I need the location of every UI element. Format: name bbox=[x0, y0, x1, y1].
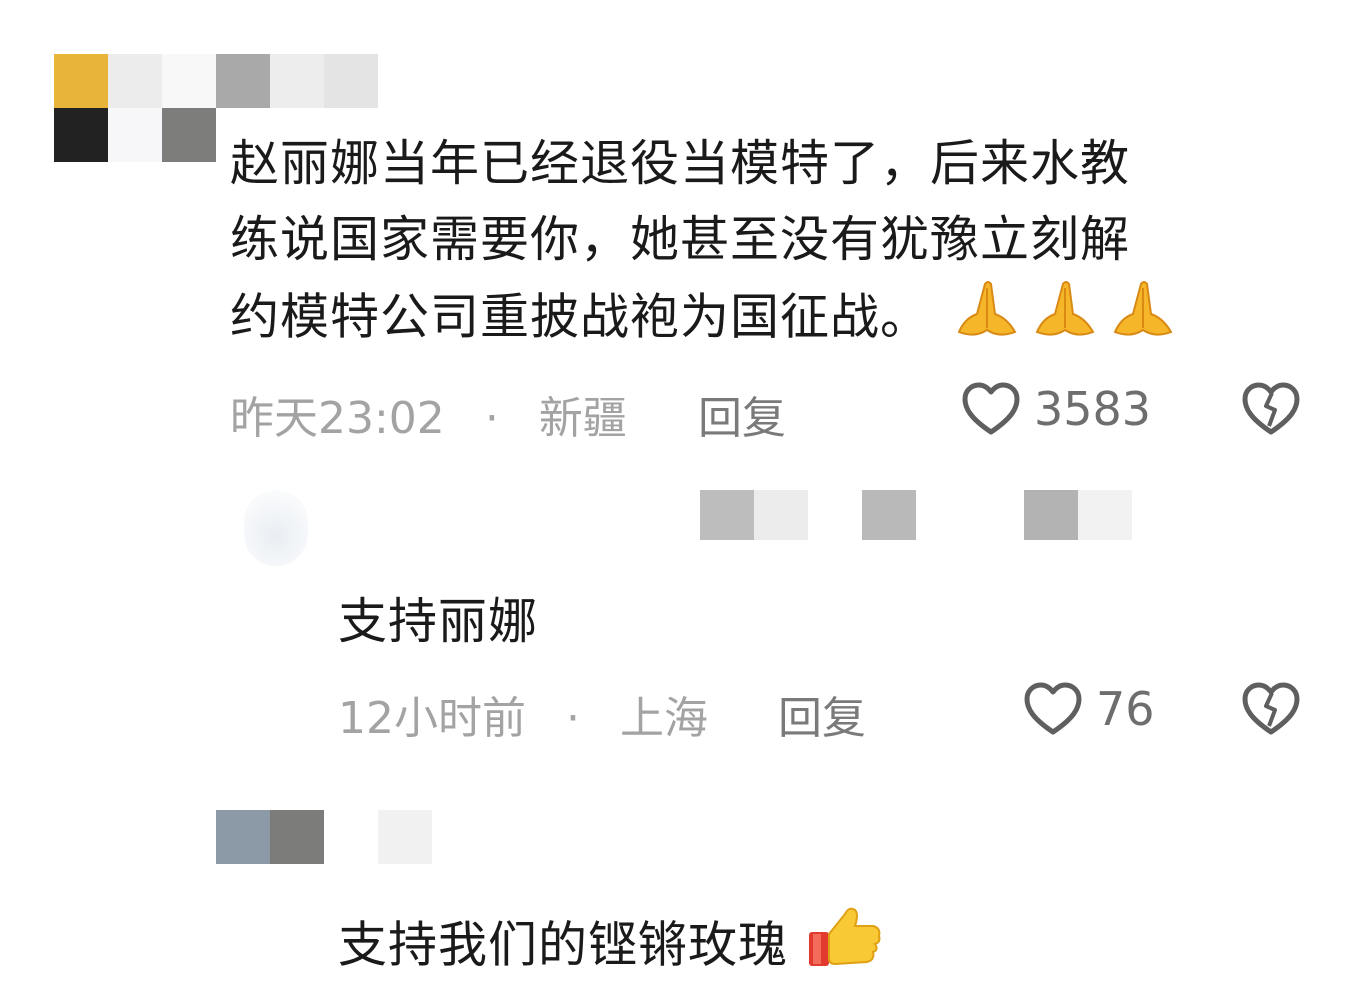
comment-text: 支持我们的铿锵玫瑰 bbox=[338, 904, 883, 992]
comment-time: 昨天23:02 bbox=[230, 393, 445, 444]
comment-location: 上海 bbox=[620, 693, 708, 744]
comment-location: 新疆 bbox=[538, 393, 627, 444]
like-count: 76 bbox=[1096, 682, 1155, 736]
comment-text-content: 支持我们的铿锵玫瑰 bbox=[338, 916, 789, 974]
avatar-pixelated[interactable] bbox=[216, 810, 324, 864]
comment-time: 12小时前 bbox=[338, 693, 526, 744]
reply-button[interactable]: 回复 bbox=[698, 382, 786, 446]
username-pixelated[interactable] bbox=[216, 54, 378, 108]
like-count: 3583 bbox=[1034, 382, 1152, 436]
comment-text: 支持丽娜 bbox=[338, 593, 539, 650]
heart-outline-icon[interactable] bbox=[1024, 682, 1082, 736]
heart-outline-icon[interactable] bbox=[962, 382, 1020, 436]
avatar-pixelated[interactable] bbox=[54, 54, 216, 162]
comment-line-2: 练说国家需要你，她甚至没有犹豫立刻解 bbox=[230, 211, 1131, 268]
folded-hands-emoji bbox=[955, 278, 1183, 362]
comment-line-1: 赵丽娜当年已经退役当模特了，后来水教 bbox=[230, 135, 1131, 192]
comment-meta: 12小时前 · 上海 bbox=[338, 682, 708, 746]
broken-heart-icon[interactable] bbox=[1242, 382, 1300, 436]
username-pixelated[interactable] bbox=[700, 490, 1150, 540]
avatar-blurred[interactable] bbox=[244, 490, 308, 566]
broken-heart-icon[interactable] bbox=[1242, 682, 1300, 736]
meta-separator: · bbox=[484, 393, 499, 444]
reply-button[interactable]: 回复 bbox=[778, 682, 866, 746]
comment-meta: 昨天23:02 · 新疆 bbox=[230, 382, 627, 446]
comment-line-3: 约模特公司重披战袍为国征战。 bbox=[230, 278, 1330, 362]
comment-text: 赵丽娜当年已经退役当模特了，后来水教 练说国家需要你，她甚至没有犹豫立刻解 约模… bbox=[230, 126, 1330, 362]
thumbs-up-emoji bbox=[805, 904, 883, 992]
meta-separator: · bbox=[566, 693, 580, 744]
username-pixelated[interactable] bbox=[378, 810, 432, 864]
comment-line-3-text: 约模特公司重披战袍为国征战。 bbox=[230, 288, 931, 346]
